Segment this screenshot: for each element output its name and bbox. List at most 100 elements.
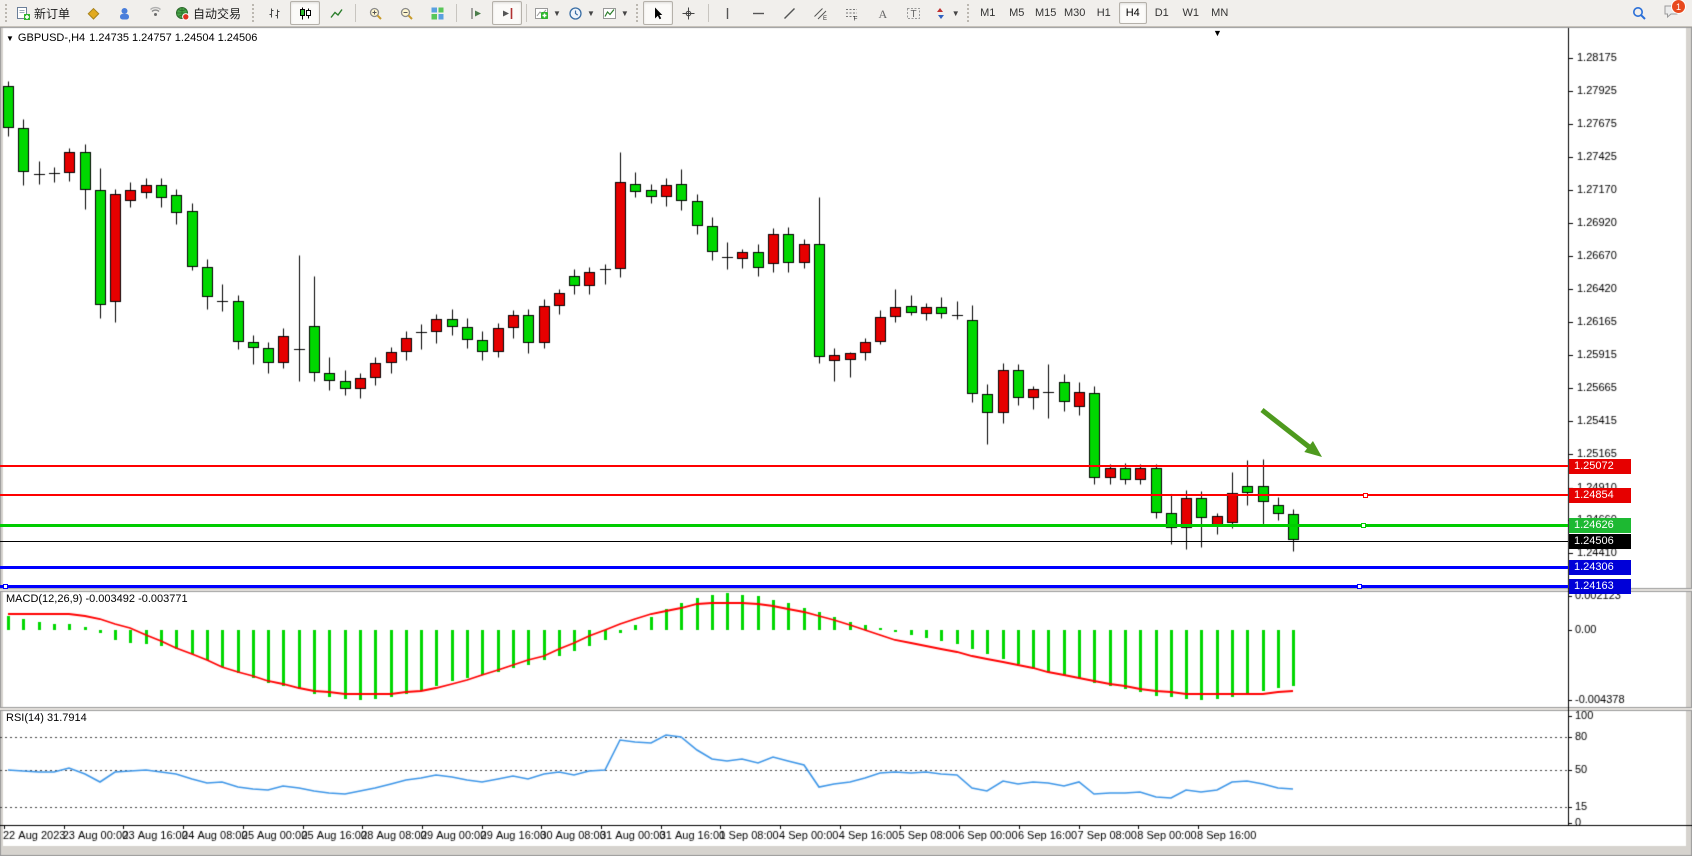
channel-tool-button[interactable]: E [806, 1, 836, 25]
zoom-in-button[interactable] [360, 1, 390, 25]
timeframe-d1-button[interactable]: D1 [1148, 2, 1176, 24]
periods-button[interactable]: ▼ [565, 1, 598, 25]
macd-indicator-label: MACD(12,26,9) -0.003492 -0.003771 [6, 593, 188, 605]
support-line-blue-upper[interactable] [0, 566, 1568, 569]
chevron-down-icon: ▼ [553, 9, 561, 18]
toolbar-separator [355, 4, 356, 22]
mt4-application: 新订单 自动交易 [0, 0, 1692, 856]
chart-shift-button[interactable] [492, 1, 522, 25]
clock-icon [568, 6, 583, 21]
svg-text:F: F [854, 15, 858, 21]
text-tool-button[interactable]: A [868, 1, 898, 25]
gold-diamond-icon [86, 6, 101, 21]
chart-symbol-header: ▼ GBPUSD-,H4 1.24735 1.24757 1.24504 1.2… [6, 32, 257, 44]
tile-windows-button[interactable] [422, 1, 452, 25]
new-order-label: 新订单 [34, 5, 70, 22]
autotrading-button[interactable]: 自动交易 [171, 1, 248, 25]
svg-text:A: A [879, 7, 888, 21]
support-line-blue-lower[interactable] [0, 585, 1568, 588]
resistance-line-lower-handle[interactable] [1363, 493, 1368, 498]
bid-price-line[interactable] [0, 541, 1568, 542]
toolbar-grip[interactable] [635, 3, 640, 23]
price-badge: 1.24626 [1569, 518, 1631, 533]
add-indicator-icon [534, 6, 549, 21]
text-label-tool-button[interactable]: T [899, 1, 929, 25]
auto-scroll-icon [469, 6, 484, 21]
zoom-out-button[interactable] [391, 1, 421, 25]
new-order-button[interactable]: 新订单 [12, 1, 77, 25]
timeframe-h1-button[interactable]: H1 [1090, 2, 1118, 24]
new-order-icon [16, 6, 31, 21]
rsi-indicator-label: RSI(14) 31.7914 [6, 712, 87, 724]
svg-text:T: T [911, 9, 917, 20]
price-badge: 1.24854 [1569, 488, 1631, 503]
timeframe-m1-button[interactable]: M1 [974, 2, 1002, 24]
svg-text:E: E [823, 16, 827, 21]
fibonacci-icon: F [844, 6, 859, 21]
horizontal-line-tool-button[interactable] [744, 1, 774, 25]
price-badge: 1.24163 [1569, 579, 1631, 594]
auto-scroll-button[interactable] [461, 1, 491, 25]
support-line-green[interactable] [0, 524, 1568, 527]
toolbar-separator [708, 4, 709, 22]
price-badge: 1.24506 [1569, 534, 1631, 549]
cursor-button[interactable] [643, 1, 673, 25]
text-icon: A [875, 6, 890, 21]
candlestick-icon [298, 6, 313, 21]
toolbar: 新订单 自动交易 [0, 0, 1692, 27]
timeframe-m15-button[interactable]: M15 [1032, 2, 1060, 24]
chevron-down-icon: ▼ [952, 9, 960, 18]
crosshair-button[interactable] [674, 1, 704, 25]
horizontal-line-icon [751, 6, 766, 21]
chart-window: ▼ GBPUSD-,H4 1.24735 1.24757 1.24504 1.2… [0, 27, 1692, 856]
line-chart-icon [329, 6, 344, 21]
zoom-in-icon [368, 6, 383, 21]
collapse-indicator-icon[interactable]: ▼ [6, 34, 14, 43]
support-line-blue-lower-handle[interactable] [1357, 584, 1362, 589]
zoom-out-icon [399, 6, 414, 21]
support-line-green-handle[interactable] [1361, 523, 1366, 528]
equidistant-channel-icon: E [813, 6, 828, 21]
search-button[interactable] [1624, 1, 1654, 25]
chevron-down-icon: ▼ [621, 9, 629, 18]
toolbar-grip[interactable] [251, 3, 256, 23]
support-line-blue-lower-handle[interactable] [3, 584, 8, 589]
chart-shift-marker-icon[interactable]: ▼ [1213, 28, 1222, 38]
crosshair-icon [681, 6, 696, 21]
toolbar-grip[interactable] [966, 3, 971, 23]
timeframe-h4-button[interactable]: H4 [1119, 2, 1147, 24]
market-watch-button[interactable] [78, 1, 108, 25]
indicators-button[interactable]: ▼ [531, 1, 564, 25]
signal-icon [148, 6, 163, 21]
timeframe-w1-button[interactable]: W1 [1177, 2, 1205, 24]
symbol-period-label: GBPUSD-,H4 [18, 32, 85, 44]
cursor-arrow-icon [650, 6, 665, 21]
timeframe-mn-button[interactable]: MN [1206, 2, 1234, 24]
tile-windows-icon [430, 6, 445, 21]
chart-shift-icon [500, 6, 515, 21]
arrows-icon [933, 6, 948, 21]
navigator-button[interactable] [140, 1, 170, 25]
timeframe-m5-button[interactable]: M5 [1003, 2, 1031, 24]
line-chart-button[interactable] [321, 1, 351, 25]
resistance-line-upper[interactable] [0, 465, 1568, 467]
toolbar-separator [526, 4, 527, 22]
candlestick-chart-button[interactable] [290, 1, 320, 25]
autotrading-globe-icon [175, 6, 190, 21]
fibonacci-tool-button[interactable]: F [837, 1, 867, 25]
toolbar-grip[interactable] [4, 3, 9, 23]
resistance-line-lower[interactable] [0, 494, 1568, 496]
templates-button[interactable]: ▼ [599, 1, 632, 25]
notification-count-badge: 1 [1671, 0, 1686, 14]
data-window-button[interactable] [109, 1, 139, 25]
vertical-line-icon [720, 6, 735, 21]
trendline-tool-button[interactable] [775, 1, 805, 25]
bar-chart-button[interactable] [259, 1, 289, 25]
arrows-tool-button[interactable]: ▼ [930, 1, 963, 25]
chart-canvas[interactable] [0, 27, 1692, 856]
timeframe-m30-button[interactable]: M30 [1061, 2, 1089, 24]
chevron-down-icon: ▼ [587, 9, 595, 18]
vertical-line-tool-button[interactable] [713, 1, 743, 25]
notifications-button[interactable]: 1 [1660, 2, 1682, 24]
price-badge: 1.25072 [1569, 459, 1631, 474]
